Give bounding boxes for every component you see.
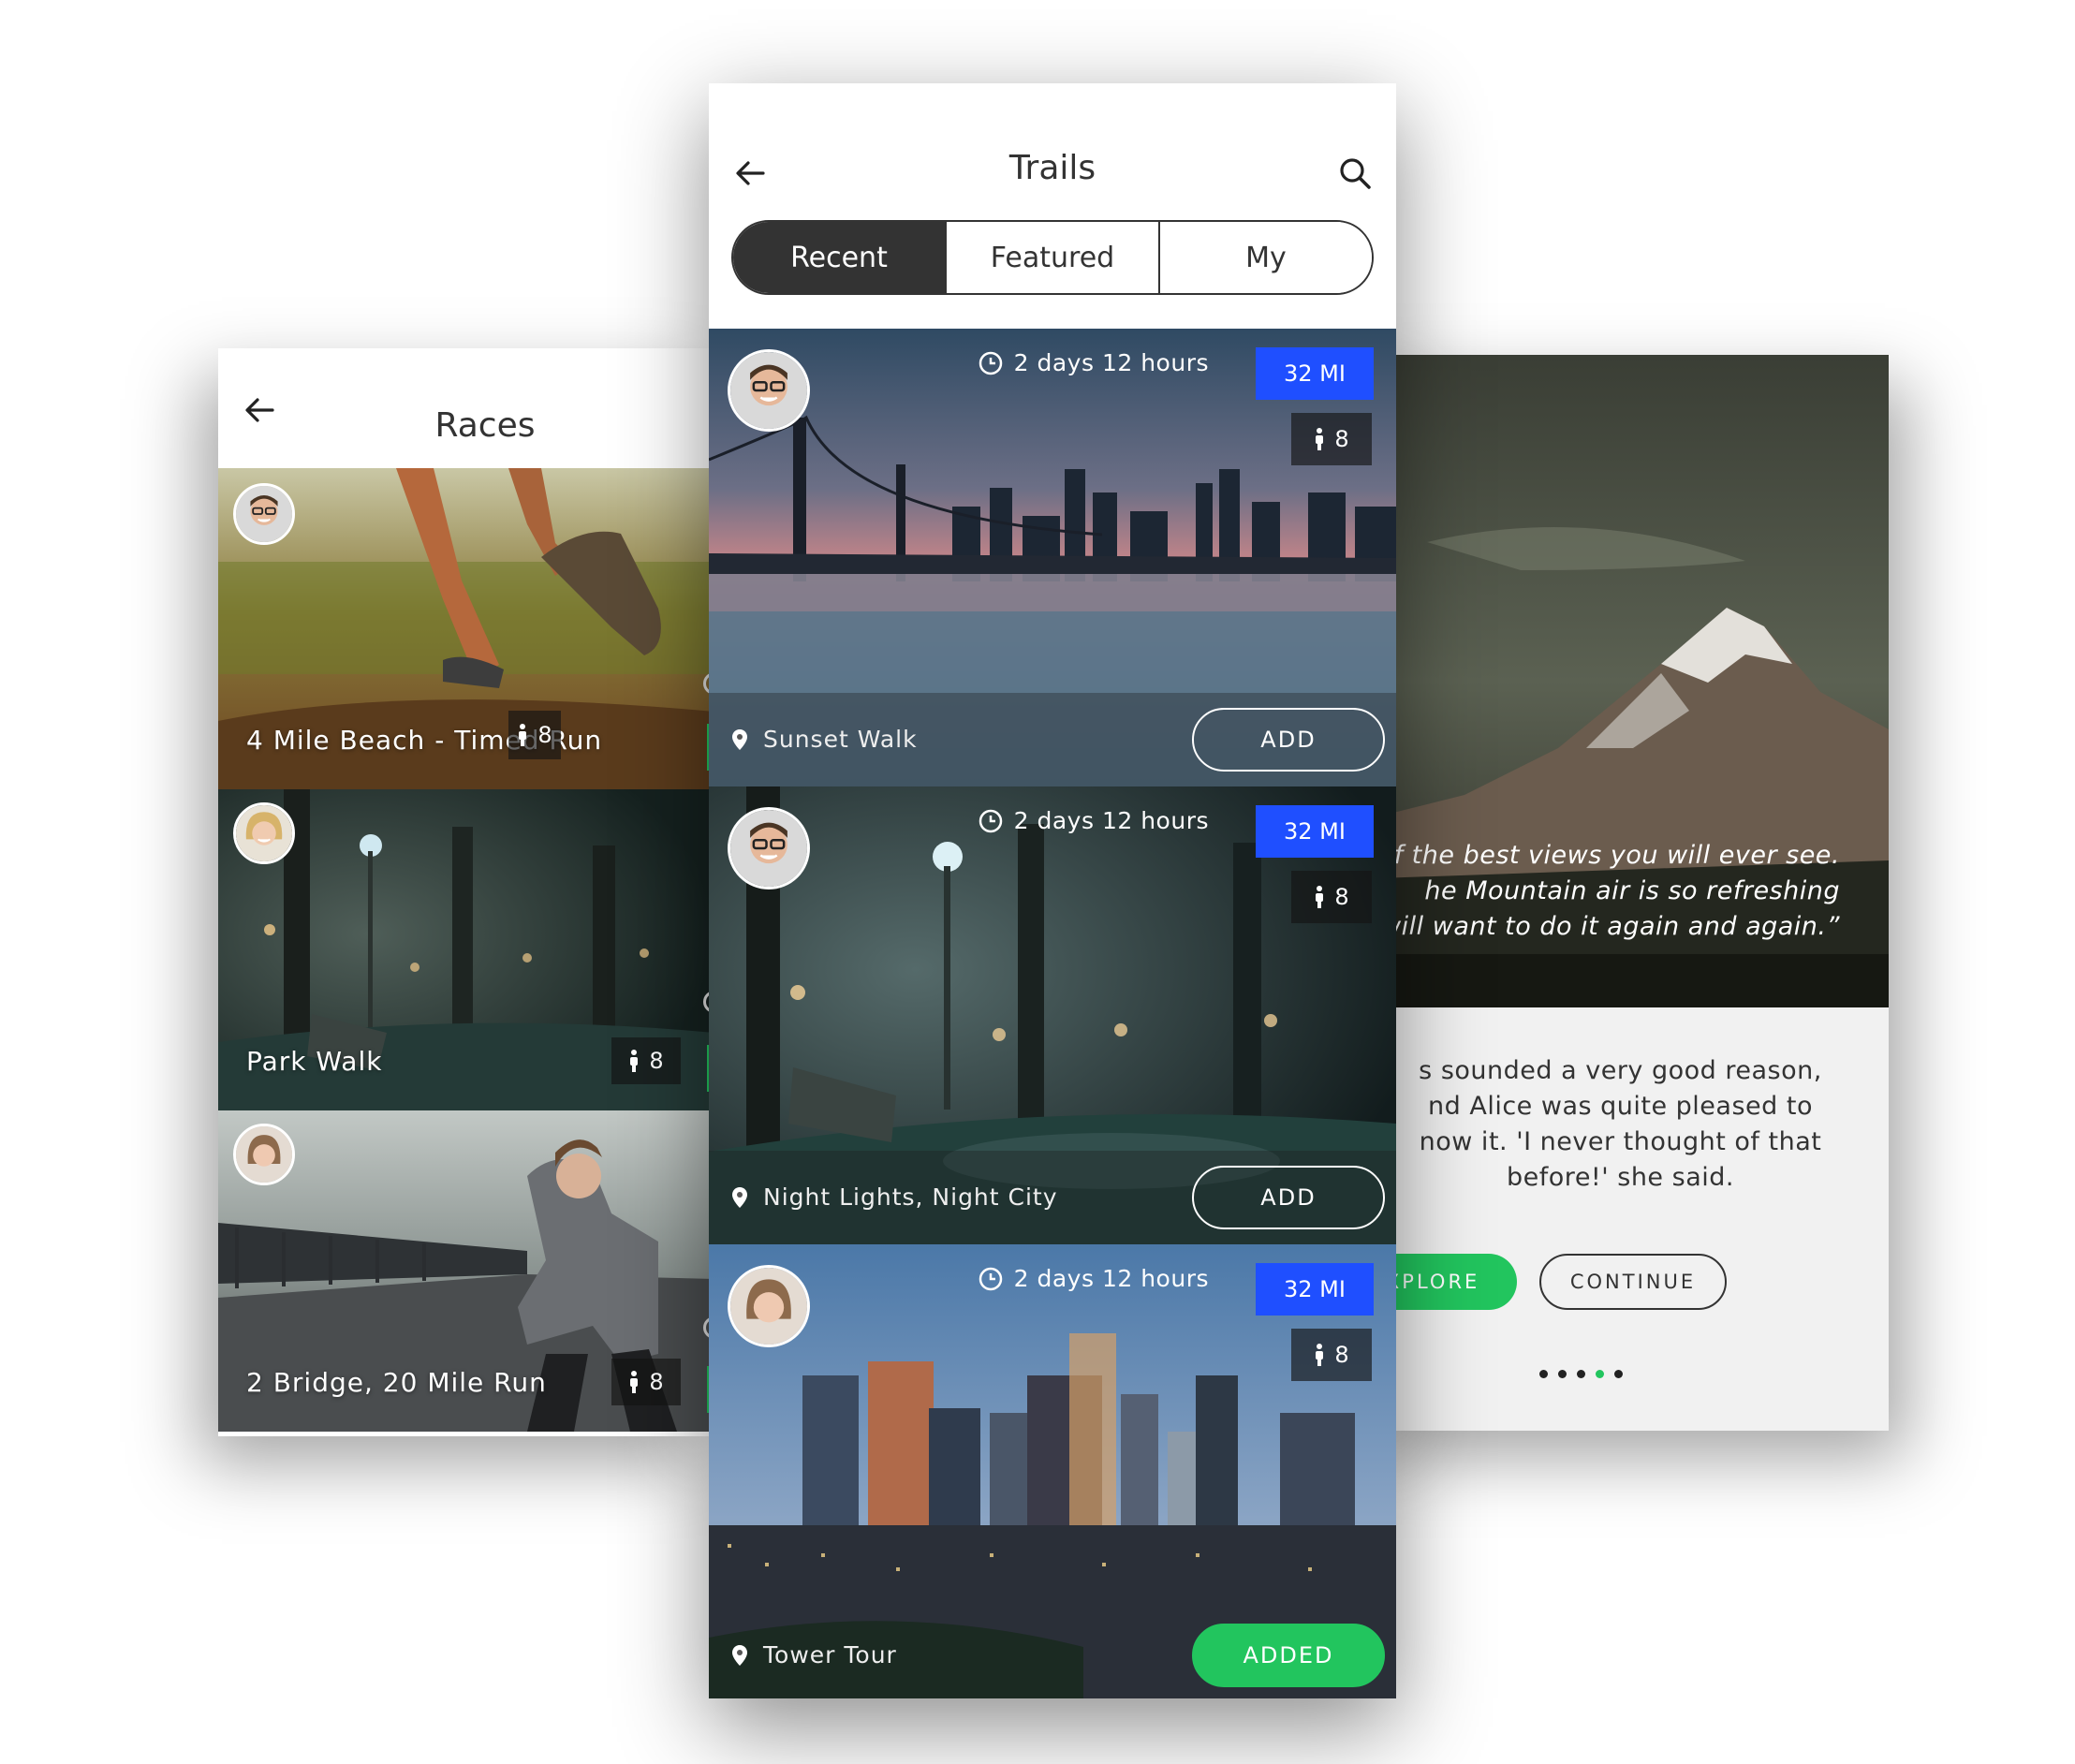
participants-badge: 8 bbox=[1291, 1329, 1372, 1381]
story-line: before!' she said. bbox=[1507, 1163, 1734, 1192]
person-icon bbox=[630, 1050, 639, 1072]
add-button[interactable]: ADD bbox=[1192, 1166, 1385, 1229]
story-line: now it. 'I never thought of that bbox=[1419, 1127, 1822, 1156]
location: Night Lights, Night City bbox=[731, 1183, 1058, 1211]
tab-my[interactable]: My bbox=[1158, 222, 1372, 293]
distance-badge: 32 MI bbox=[1256, 347, 1374, 400]
participants-count: 8 bbox=[1334, 884, 1349, 910]
participants-badge: 8 bbox=[1291, 413, 1372, 465]
quote-line: e of the best views you will ever see. bbox=[1353, 841, 1840, 870]
participants-count: 8 bbox=[1334, 426, 1349, 452]
search-icon[interactable] bbox=[1336, 154, 1374, 192]
participants-badge: 8 bbox=[611, 1359, 681, 1405]
duration: 2 days 12 hours bbox=[979, 1265, 1209, 1292]
location-pin-icon bbox=[732, 728, 747, 750]
quote-line: will want to do it again and again.” bbox=[1380, 912, 1840, 941]
continue-button[interactable]: CONTINUE bbox=[1539, 1254, 1727, 1310]
distance-badge: 32 MI bbox=[1256, 805, 1374, 858]
story-line: nd Alice was quite pleased to bbox=[1428, 1092, 1813, 1121]
races-screen: Races 4 Mile Beach - Timed Run 8 Park Wa… bbox=[218, 348, 714, 1436]
avatar[interactable] bbox=[233, 1124, 295, 1185]
location-pin-icon bbox=[732, 1186, 747, 1208]
detail-screen: e of the best views you will ever see. h… bbox=[1352, 355, 1889, 1431]
trails-header: Trails Recent Featured My bbox=[709, 83, 1396, 329]
person-icon bbox=[519, 724, 527, 746]
duration-text: 2 days 12 hours bbox=[1013, 349, 1209, 376]
trail-card[interactable]: 2 days 12 hours 32 MI 8 Sunset Walk ADD bbox=[709, 329, 1396, 786]
participants-badge: 8 bbox=[508, 711, 561, 759]
page-indicator bbox=[1539, 1370, 1623, 1378]
story-text: s sounded a very good reason, nd Alice w… bbox=[1352, 1053, 1889, 1196]
duration: 2 days 12 hours bbox=[979, 807, 1209, 834]
person-icon bbox=[1316, 1344, 1324, 1366]
participants-count: 8 bbox=[649, 1369, 664, 1395]
segmented-tabs: Recent Featured My bbox=[731, 220, 1374, 295]
tab-featured[interactable]: Featured bbox=[945, 222, 1158, 293]
race-name: Park Walk bbox=[246, 1046, 383, 1077]
participants-badge: 8 bbox=[611, 1037, 681, 1084]
avatar[interactable] bbox=[233, 802, 295, 864]
trails-screen: Trails Recent Featured My 2 days 12 hour… bbox=[709, 83, 1396, 1698]
person-icon bbox=[1316, 886, 1324, 908]
location: Tower Tour bbox=[731, 1641, 897, 1668]
page-dot[interactable] bbox=[1558, 1370, 1567, 1378]
clock-icon bbox=[979, 809, 1002, 832]
clock-icon bbox=[979, 1267, 1002, 1290]
races-header: Races bbox=[218, 348, 714, 468]
race-card[interactable]: Park Walk 8 bbox=[218, 789, 714, 1110]
clock-icon bbox=[979, 351, 1002, 375]
page-dot[interactable] bbox=[1614, 1370, 1623, 1378]
page-dot[interactable] bbox=[1539, 1370, 1548, 1378]
avatar[interactable] bbox=[233, 483, 295, 545]
duration-text: 2 days 12 hours bbox=[1013, 807, 1209, 834]
duration-text: 2 days 12 hours bbox=[1013, 1265, 1209, 1292]
location-name: Tower Tour bbox=[763, 1641, 897, 1668]
location-name: Night Lights, Night City bbox=[763, 1183, 1058, 1211]
race-card[interactable]: 4 Mile Beach - Timed Run 8 bbox=[218, 468, 714, 789]
tab-recent[interactable]: Recent bbox=[733, 222, 945, 293]
race-card[interactable]: 2 Bridge, 20 Mile Run 8 bbox=[218, 1110, 714, 1432]
location: Sunset Walk bbox=[731, 726, 918, 753]
avatar[interactable] bbox=[728, 349, 810, 432]
mountain-photo: e of the best views you will ever see. h… bbox=[1352, 355, 1889, 1007]
page-dot[interactable] bbox=[1577, 1370, 1585, 1378]
participants-count: 8 bbox=[1334, 1342, 1349, 1368]
added-button[interactable]: ADDED bbox=[1192, 1624, 1385, 1687]
duration: 2 days 12 hours bbox=[979, 349, 1209, 376]
page-title: Trails bbox=[1008, 149, 1096, 187]
participants-count: 8 bbox=[649, 1048, 664, 1074]
race-name: 2 Bridge, 20 Mile Run bbox=[246, 1367, 547, 1398]
avatar[interactable] bbox=[728, 807, 810, 889]
person-icon bbox=[630, 1371, 639, 1393]
distance-badge: 32 MI bbox=[1256, 1263, 1374, 1316]
quote-text: e of the best views you will ever see. h… bbox=[1352, 838, 1889, 945]
location-pin-icon bbox=[732, 1644, 747, 1666]
trail-card[interactable]: 2 days 12 hours 32 MI 8 Tower Tour ADDED bbox=[709, 1244, 1396, 1698]
page-dot-active[interactable] bbox=[1596, 1370, 1604, 1378]
location-name: Sunset Walk bbox=[763, 726, 918, 753]
page-title: Races bbox=[434, 406, 536, 445]
add-button[interactable]: ADD bbox=[1192, 708, 1385, 772]
person-icon bbox=[1316, 428, 1324, 450]
participants-count: 8 bbox=[537, 722, 552, 748]
avatar[interactable] bbox=[728, 1265, 810, 1347]
story-line: s sounded a very good reason, bbox=[1419, 1056, 1822, 1085]
quote-line: he Mountain air is so refreshing bbox=[1424, 876, 1840, 905]
participants-badge: 8 bbox=[1291, 871, 1372, 923]
trail-card[interactable]: 2 days 12 hours 32 MI 8 Night Lights, Ni… bbox=[709, 786, 1396, 1244]
